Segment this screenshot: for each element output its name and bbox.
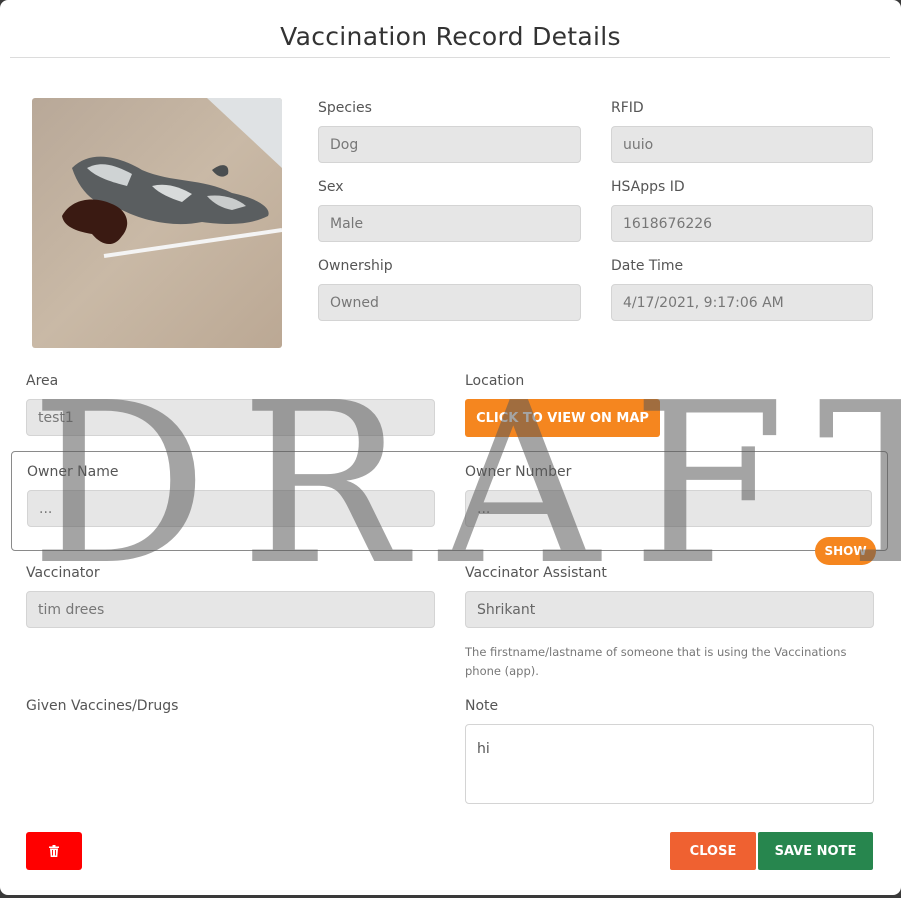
sex-field: Male [318,205,581,242]
vaccinator-assistant-label: Vaccinator Assistant [465,565,607,581]
rfid-field: uuio [611,126,873,163]
area-label: Area [26,373,59,389]
location-label: Location [465,373,525,389]
title-divider [10,57,890,58]
ownership-field: Owned [318,284,581,321]
note-textarea[interactable]: hi [465,724,874,804]
area-field: test1 [26,399,435,436]
close-button[interactable]: CLOSE [670,832,756,870]
hsapps-id-field: 1618676226 [611,205,873,242]
hsapps-id-label: HSApps ID [611,179,685,195]
owner-number-field: ... [465,490,872,527]
vaccination-record-modal: Vaccination Record Details Species Dog R… [0,0,901,895]
vaccinator-label: Vaccinator [26,565,100,581]
species-label: Species [318,100,372,116]
vaccines-label: Given Vaccines/Drugs [26,698,179,714]
modal-title: Vaccination Record Details [280,22,621,51]
vaccinator-field: tim drees [26,591,435,628]
note-label: Note [465,698,499,714]
animal-photo [32,98,282,348]
date-time-field: 4/17/2021, 9:17:06 AM [611,284,873,321]
delete-button[interactable] [26,832,82,870]
owner-number-label: Owner Number [465,464,572,480]
sex-label: Sex [318,179,344,195]
vaccinator-assistant-field: Shrikant [465,591,874,628]
owner-name-field: ... [27,490,435,527]
show-owner-button[interactable]: SHOW [815,537,876,565]
species-field: Dog [318,126,581,163]
save-note-button[interactable]: SAVE NOTE [758,832,873,870]
view-on-map-button[interactable]: CLICK TO VIEW ON MAP [465,399,660,437]
vaccinator-assistant-hint: The firstname/lastname of someone that i… [465,645,847,678]
owner-name-label: Owner Name [27,464,119,480]
date-time-label: Date Time [611,258,684,274]
rfid-label: RFID [611,100,644,116]
ownership-label: Ownership [318,258,393,274]
trash-icon [49,842,59,861]
